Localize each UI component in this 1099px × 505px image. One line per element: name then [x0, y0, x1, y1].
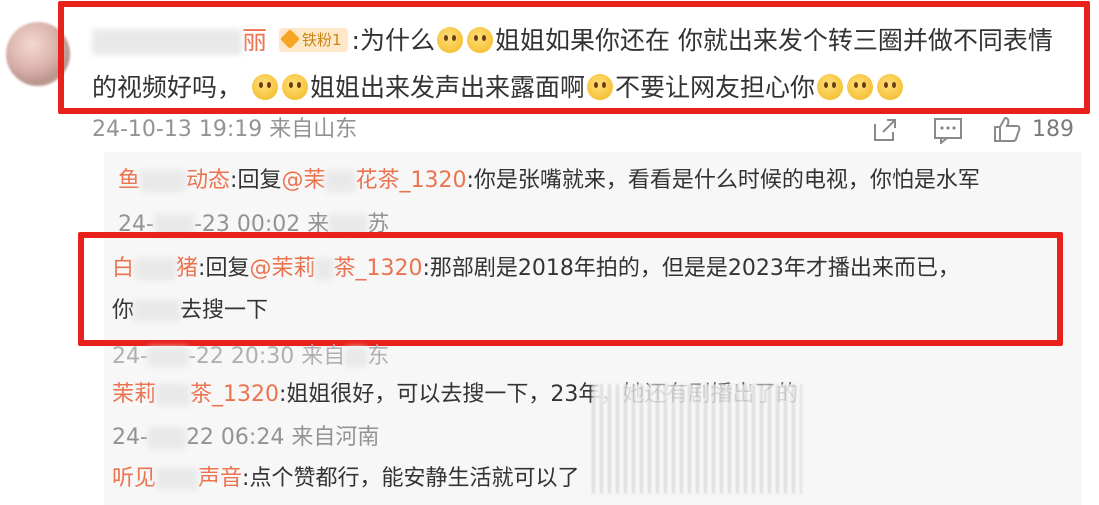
reply-4-author-a[interactable]: 听见 [112, 466, 156, 491]
blur-mask [156, 384, 191, 406]
highlight-box-main [58, 1, 1090, 114]
reply-1-author-b[interactable]: 动态 [186, 168, 230, 193]
highlight-box-reply [78, 232, 1063, 346]
reply-1-author-a[interactable]: 鱼 [118, 168, 140, 193]
blur-artifact [592, 384, 802, 494]
reply-1: 鱼 动态:回复@茉 花茶_1320:你是张嘴就来，看看是什么时候的电视，你怕是水军 [118, 166, 980, 196]
blur-mask [140, 170, 187, 192]
reply-3-time: 24- 22 06:24 来自河南 [112, 424, 379, 452]
reply-1-text: :你是张嘴就来，看看是什么时候的电视，你怕是水军 [466, 168, 980, 193]
comment-icon[interactable] [933, 116, 963, 144]
blur-mask [147, 427, 186, 449]
reply-1-label: :回复 [230, 168, 282, 193]
comment-timestamp: 24-10-13 19:19 来自山东 [92, 117, 358, 142]
reply-2-time-b: -22 20:30 来自 [187, 344, 346, 369]
like-count: 189 [1032, 117, 1074, 142]
reply-1-mention-a[interactable]: @茉 [281, 168, 325, 193]
reply-2-time-a: 24- [112, 344, 148, 369]
reply-2-time: 24- -22 20:30 来自东 [112, 344, 389, 370]
reply-3-time-b: 22 06:24 来自河南 [185, 425, 380, 450]
blur-mask [325, 170, 356, 192]
reply-3-author-a[interactable]: 茉莉 [112, 382, 156, 407]
blur-mask [156, 468, 199, 490]
share-icon[interactable] [871, 116, 899, 144]
reply-1-mention-b[interactable]: 花茶_1320 [355, 168, 466, 193]
blur-mask [345, 347, 368, 367]
thumbs-up-icon[interactable] [992, 114, 1022, 144]
reply-3-time-a: 24- [112, 425, 148, 450]
reply-2-time-c: 东 [367, 344, 390, 369]
reply-4: 听见 声音:点个赞都行，能安静生活就可以了 [112, 464, 579, 494]
reply-4-text: :点个赞都行，能安静生活就可以了 [242, 466, 580, 491]
reply-3-author-b[interactable]: 茶_1320 [190, 382, 279, 407]
reply-4-author-b[interactable]: 声音 [198, 466, 242, 491]
blur-mask [147, 347, 188, 367]
